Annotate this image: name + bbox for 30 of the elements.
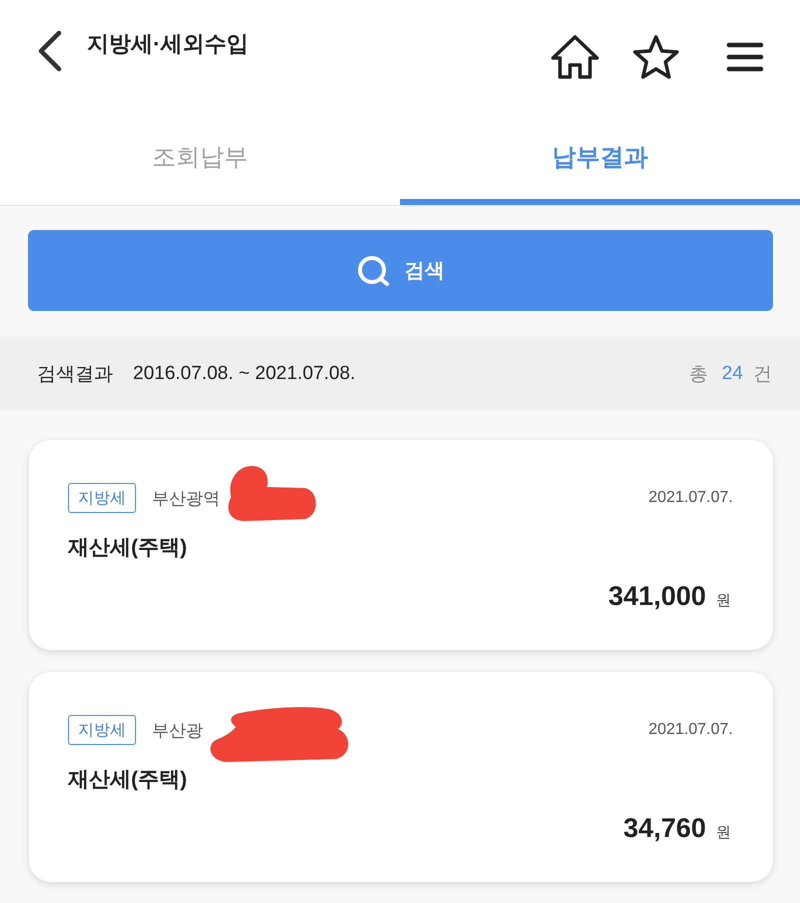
- search-button[interactable]: 검색: [28, 230, 773, 311]
- payment-date: 2021.07.07.: [648, 489, 733, 507]
- payment-date: 2021.07.07.: [648, 721, 733, 739]
- payment-card[interactable]: 지방세 부산광 2021.07.07. 재산세(주택) 34,760 원: [29, 672, 773, 882]
- currency-unit: 원: [716, 591, 731, 611]
- total-suffix: 건: [753, 362, 772, 386]
- currency-unit: 원: [716, 823, 731, 843]
- tax-name: 재산세(주택): [68, 767, 188, 793]
- region-text: 부산광: [152, 720, 203, 742]
- tax-type-tag: 지방세: [68, 483, 136, 513]
- region-text: 부산광역: [152, 488, 220, 510]
- back-chevron-icon: [36, 29, 64, 73]
- home-button[interactable]: [550, 34, 600, 80]
- page-title: 지방세·세외수입: [87, 30, 248, 58]
- total-count: 24: [722, 362, 743, 384]
- tax-name: 재산세(주택): [68, 535, 188, 561]
- payment-card[interactable]: 지방세 부산광역 2021.07.07. 재산세(주택) 341,000 원: [29, 440, 773, 650]
- tax-type-tag: 지방세: [68, 715, 136, 745]
- search-period: 2016.07.08. ~ 2021.07.08.: [133, 362, 356, 384]
- favorite-button[interactable]: [632, 34, 680, 80]
- payment-amount: 34,760: [623, 812, 706, 845]
- home-icon: [550, 34, 600, 80]
- payment-amount: 341,000: [608, 580, 706, 613]
- search-icon: [356, 254, 390, 286]
- star-icon: [632, 34, 680, 80]
- total-prefix: 총: [688, 362, 708, 386]
- menu-icon: [726, 41, 764, 73]
- back-button[interactable]: [36, 29, 64, 73]
- menu-button[interactable]: [726, 41, 764, 73]
- result-label: 검색결과: [37, 362, 113, 386]
